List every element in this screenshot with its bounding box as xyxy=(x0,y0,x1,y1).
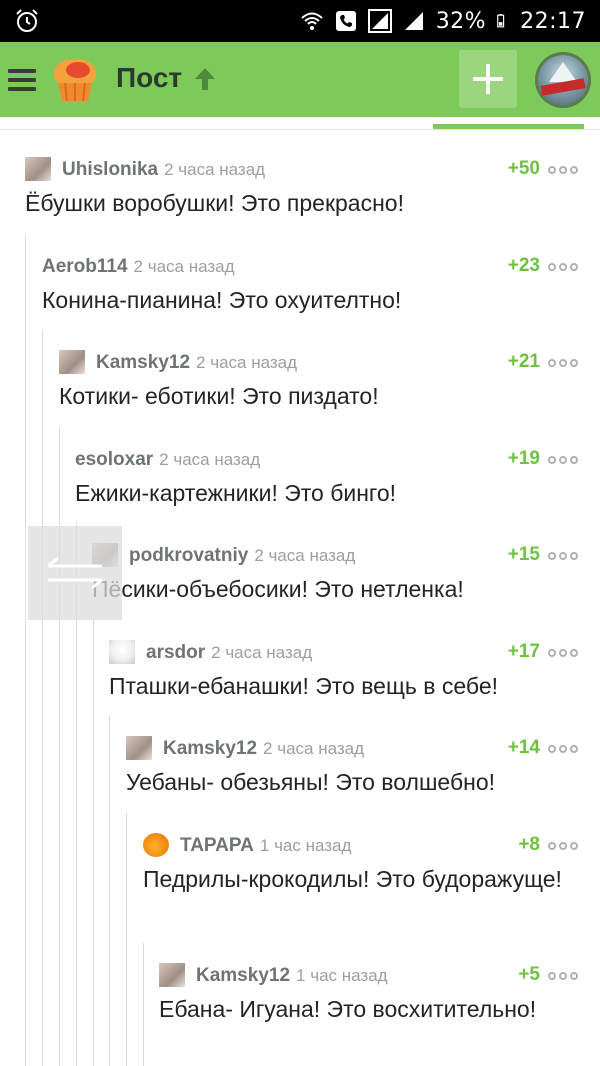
comment-time: 2 часа назад xyxy=(159,450,261,469)
status-bar: 32% 22:17 xyxy=(0,0,600,42)
comment-rating: +5 xyxy=(518,964,540,985)
comment-author[interactable]: podkrovatniy 2 часа назад xyxy=(129,545,355,567)
clock: 22:17 xyxy=(520,8,586,34)
comment-author[interactable]: Kamsky12 2 часа назад xyxy=(163,738,364,760)
comment-time: 1 час назад xyxy=(296,966,388,985)
comment-item: TAPAPA 1 час назад +8 Педрилы-крокодилы! … xyxy=(143,833,600,895)
more-options-icon[interactable] xyxy=(548,157,588,183)
comment-author[interactable]: Kamsky12 2 часа назад xyxy=(96,352,297,374)
comment-text: Ебана- Игуана! Это восхитительно! xyxy=(159,996,537,1022)
arrow-left-icon xyxy=(47,556,103,590)
comment-text: Конина-пианина! Это охуителтно! xyxy=(42,287,402,313)
comment-item: Aerob114 2 часа назад +23 Конина-пианина!… xyxy=(42,254,600,316)
comment-rating: +15 xyxy=(507,544,540,565)
more-options-icon[interactable] xyxy=(548,254,588,280)
phone-icon xyxy=(335,11,356,31)
user-avatar[interactable] xyxy=(25,157,51,181)
thread-line xyxy=(25,234,26,1066)
comment-item: Uhislonika 2 часа назад +50 Ёбушки воробу… xyxy=(25,157,600,219)
user-avatar[interactable] xyxy=(59,350,85,374)
comment-rating: +8 xyxy=(518,834,540,855)
comment-author[interactable]: Aerob114 2 часа назад xyxy=(42,256,235,278)
comment-text: Уебаны- обезьяны! Это волшебно! xyxy=(126,769,496,795)
add-button[interactable] xyxy=(459,50,517,108)
user-avatar[interactable] xyxy=(159,963,185,987)
comment-time: 2 часа назад xyxy=(196,353,298,372)
comment-author[interactable]: TAPAPA 1 час назад xyxy=(180,835,351,857)
thread-line xyxy=(126,813,127,1066)
comment-item: podkrovatniy 2 часа назад +15 Пёсики-объе… xyxy=(92,543,600,605)
more-options-icon[interactable] xyxy=(548,963,588,989)
comment-item: esoloxar 2 часа назад +19 Ежики-картежник… xyxy=(75,447,600,509)
comment-time: 2 часа назад xyxy=(254,546,356,565)
signal-icon xyxy=(404,12,423,30)
comment-rating: +50 xyxy=(507,158,540,179)
swipe-back-hint[interactable] xyxy=(28,526,122,620)
avatar[interactable] xyxy=(535,52,591,108)
comment-author[interactable]: arsdor 2 часа назад xyxy=(146,642,312,664)
user-avatar[interactable] xyxy=(143,833,169,857)
more-options-icon[interactable] xyxy=(548,447,588,473)
comment-text: Пёсики-объебосики! Это нетленка! xyxy=(92,576,464,602)
comment-text: Ежики-картежники! Это бинго! xyxy=(75,480,397,506)
comment-time: 2 часа назад xyxy=(211,643,313,662)
battery-icon xyxy=(497,14,505,28)
comment-rating: +17 xyxy=(507,641,540,662)
page-title: Пост xyxy=(116,62,183,93)
comment-item: Kamsky12 1 час назад +5 Ебана- Игуана! Эт… xyxy=(159,963,600,1025)
comment-rating: +14 xyxy=(507,737,540,758)
thread-line xyxy=(109,716,110,1066)
more-options-icon[interactable] xyxy=(548,543,588,569)
comment-item: arsdor 2 часа назад +17 Пташки-ебанашки! … xyxy=(109,640,600,702)
menu-icon[interactable] xyxy=(8,69,36,91)
comment-text: Пташки-ебанашки! Это вещь в себе! xyxy=(109,673,499,699)
signal-icon xyxy=(367,9,392,33)
battery-percent: 32% xyxy=(435,8,487,34)
comment-item: Kamsky12 2 часа назад +21 Котики- еботики… xyxy=(59,350,600,412)
thread-line xyxy=(93,620,94,1066)
comment-author[interactable]: esoloxar 2 часа назад xyxy=(75,449,260,471)
arrow-up-icon[interactable] xyxy=(193,66,217,92)
alarm-icon xyxy=(16,9,38,32)
logo-icon[interactable] xyxy=(48,53,102,107)
more-options-icon[interactable] xyxy=(548,736,588,762)
app-bar: Пост xyxy=(0,42,600,117)
comment-item: Kamsky12 2 часа назад +14 Уебаны- обезьян… xyxy=(126,736,600,798)
comment-text: Педрилы-крокодилы! Это будоражуще! xyxy=(143,866,562,892)
comment-time: 2 часа назад xyxy=(133,257,235,276)
comment-author[interactable]: Uhislonika 2 часа назад xyxy=(62,159,265,181)
thread-line xyxy=(143,943,144,1066)
user-avatar[interactable] xyxy=(126,736,152,760)
comment-rating: +21 xyxy=(507,351,540,372)
comment-time: 2 часа назад xyxy=(164,160,266,179)
comment-rating: +19 xyxy=(507,448,540,469)
thread-line xyxy=(42,330,43,1066)
comment-author[interactable]: Kamsky12 1 час назад xyxy=(196,965,388,987)
more-options-icon[interactable] xyxy=(548,640,588,666)
comment-rating: +23 xyxy=(507,255,540,276)
comment-time: 2 часа назад xyxy=(263,739,365,758)
comment-text: Ёбушки воробушки! Это прекрасно! xyxy=(25,190,404,216)
wifi-icon xyxy=(301,12,323,30)
thread-line xyxy=(59,427,60,1066)
comment-text: Котики- еботики! Это пиздато! xyxy=(59,383,379,409)
more-options-icon[interactable] xyxy=(548,833,588,859)
user-avatar[interactable] xyxy=(109,640,135,664)
more-options-icon[interactable] xyxy=(548,350,588,376)
comment-time: 1 час назад xyxy=(259,836,352,855)
